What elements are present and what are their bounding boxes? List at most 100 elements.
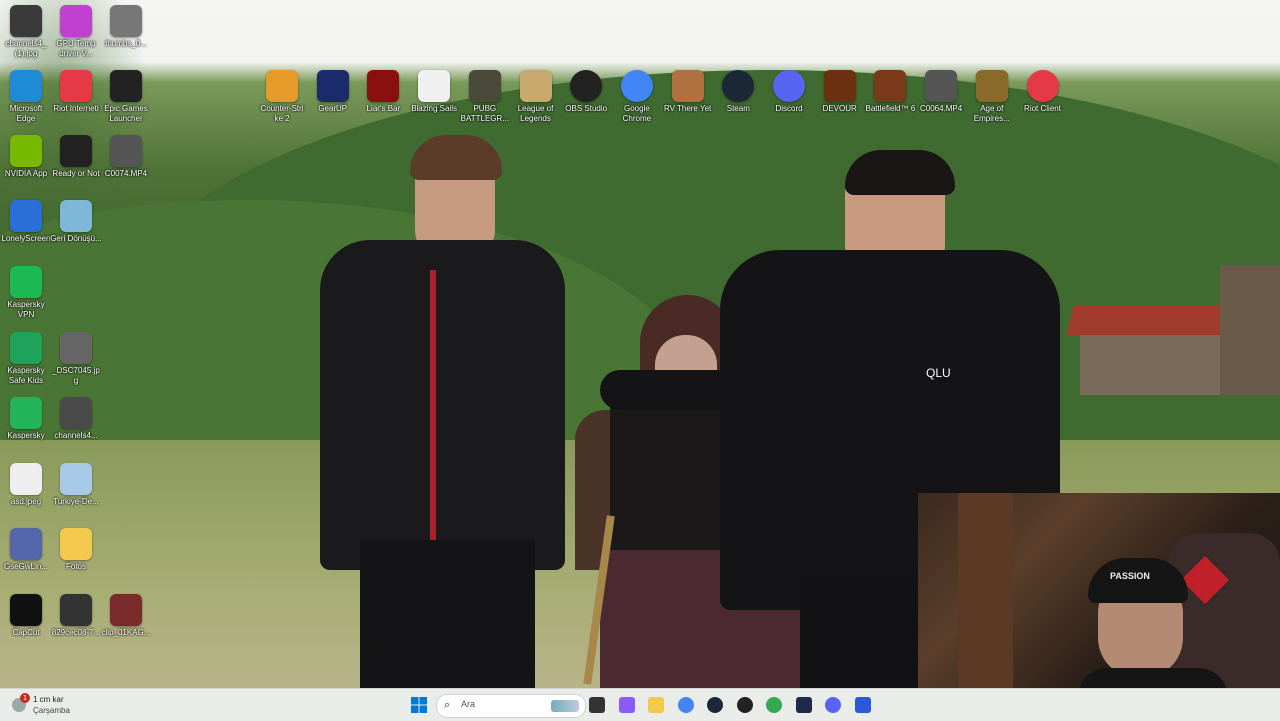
- desktop-icon[interactable]: OBS Studio: [560, 70, 612, 114]
- epic-icon: [60, 135, 92, 167]
- taskbar-file-explorer[interactable]: [645, 694, 667, 716]
- devour-icon: [823, 70, 856, 102]
- desktop-icon[interactable]: Turkiye-De...: [50, 463, 102, 507]
- desktop-icon[interactable]: clip_01KAG...: [100, 594, 152, 638]
- taskbar-chrome-profile[interactable]: [763, 694, 785, 716]
- desktop-icon[interactable]: PUBG BATTLEGR...: [459, 70, 511, 124]
- desktop-icon[interactable]: Fotos: [50, 528, 102, 572]
- desktop-icon[interactable]: Google Chrome: [611, 70, 663, 124]
- desktop-icon[interactable]: GPU Temp driver V...: [50, 5, 102, 59]
- desktop-icon[interactable]: asd.jpeg: [0, 463, 52, 507]
- weather-badge: 1: [20, 693, 30, 703]
- desktop-icon-label: GearUP: [318, 104, 348, 113]
- discord-icon: [825, 697, 841, 713]
- webcam-overlay: PASSION: [918, 493, 1280, 720]
- desktop-icon-label: channels4_ (1).jpg: [5, 39, 47, 58]
- desktop-icon[interactable]: Ready or Not: [50, 135, 102, 179]
- obs-icon: [570, 70, 603, 102]
- windows-icon: [411, 697, 427, 713]
- taskbar-obs[interactable]: [734, 694, 756, 716]
- cs2-icon: [266, 70, 298, 102]
- desktop-icon-label: OBS Studio: [565, 104, 608, 113]
- image-thumb-icon: [60, 332, 92, 364]
- desktop-icon[interactable]: Epic Games Launcher: [100, 70, 152, 124]
- desktop-icon-label: Counter-Stri ke 2: [260, 104, 304, 123]
- capcut-icon: [10, 594, 42, 626]
- desktop-icon[interactable]: channels4_ (1).jpg: [0, 5, 52, 59]
- image-thumb-icon: [60, 397, 92, 429]
- desktop-icon-label: Google Chrome: [622, 104, 652, 123]
- desktop-icon[interactable]: DEVOUR: [814, 70, 866, 114]
- kaspersky-vpn-icon: [10, 266, 42, 298]
- desktop-icon[interactable]: Blazing Sails: [408, 70, 460, 114]
- desktop-icon[interactable]: Battlefield™ 6: [864, 70, 916, 114]
- desktop-icon[interactable]: NVIDIA App: [0, 135, 52, 179]
- desktop-icon[interactable]: Kaspersky: [0, 397, 52, 441]
- desktop-icon[interactable]: Microsoft Edge: [0, 70, 52, 124]
- video-icon: [110, 594, 142, 626]
- desktop-icon-label: thumbs_0...: [105, 39, 147, 48]
- start-button[interactable]: [408, 694, 430, 716]
- desktop-icon[interactable]: Kaspersky VPN: [0, 266, 52, 320]
- desktop-icon[interactable]: GearUP: [307, 70, 359, 114]
- desktop-icon[interactable]: C0064.MP4: [915, 70, 967, 114]
- taskbar-discord[interactable]: [822, 694, 844, 716]
- desktop-icon-label: Fotos: [65, 562, 86, 571]
- desktop-icon[interactable]: Kaspersky Safe Kids: [0, 332, 52, 386]
- desktop-icon[interactable]: League of Legends: [510, 70, 562, 124]
- desktop-icon[interactable]: RV There Yet: [662, 70, 714, 114]
- desktop-icon-label: Ready or Not: [52, 169, 100, 178]
- desktop-icon-label: Age of Empires...: [973, 104, 1010, 123]
- desktop-icon[interactable]: CapCut: [0, 594, 52, 638]
- desktop-icon[interactable]: Age of Empires...: [966, 70, 1018, 124]
- desktop-icon[interactable]: Counter-Stri ke 2: [256, 70, 308, 124]
- skull-icon: [418, 70, 451, 102]
- desktop-icon[interactable]: LonelyScreen: [0, 200, 52, 244]
- desktop-icon[interactable]: GseGwLin...: [0, 528, 52, 572]
- desktop-icon[interactable]: Steam: [712, 70, 764, 114]
- weather-widget[interactable]: 1 1 cm kar Çarşamba: [10, 692, 100, 718]
- search-placeholder: Ara: [461, 699, 476, 709]
- discord-icon: [773, 70, 805, 102]
- desktop-icon[interactable]: channels4...: [50, 397, 102, 441]
- image-thumb-icon: [110, 5, 142, 37]
- battlefield-icon: [874, 70, 907, 102]
- steam-icon: [722, 70, 755, 102]
- desktop-icon[interactable]: _DSC7045.jpg: [50, 332, 102, 386]
- search-icon: ⌕: [444, 698, 451, 711]
- desktop-icon-label: League of Legends: [517, 104, 554, 123]
- taskbar: 1 1 cm kar Çarşamba ⌕ Ara: [0, 688, 1280, 721]
- desktop-icon-label: LonelyScreen: [1, 234, 51, 243]
- riot-icon: [60, 70, 92, 102]
- desktop-icon-label: CapCut: [12, 628, 40, 637]
- taskbar-unknown-app[interactable]: [852, 694, 874, 716]
- desktop-icon[interactable]: thumbs_0...: [100, 5, 152, 49]
- desktop-icon[interactable]: 829cec08-7...: [50, 594, 102, 638]
- desktop-icon[interactable]: Riot Client: [1017, 70, 1069, 114]
- app-icon: [854, 697, 871, 713]
- desktop-icon-label: C0074.MP4: [104, 169, 148, 178]
- search-box[interactable]: ⌕ Ara: [436, 694, 586, 718]
- desktop-icon-label: Kaspersky: [7, 431, 45, 440]
- desktop-icon[interactable]: C0074.MP4: [100, 135, 152, 179]
- taskbar-steam[interactable]: [704, 694, 726, 716]
- taskbar-chrome[interactable]: [675, 694, 697, 716]
- desktop-icon[interactable]: Liar's Bar: [357, 70, 409, 114]
- desktop-icon[interactable]: Geri Dönüşü...: [50, 200, 102, 244]
- copilot-icon: [618, 697, 635, 713]
- image-thumb-icon: [10, 5, 42, 37]
- taskbar-vscode[interactable]: [793, 694, 815, 716]
- desktop-icon[interactable]: Riot Interneti: [50, 70, 102, 114]
- desktop-icon-label: asd.jpeg: [10, 497, 42, 506]
- desktop-icon-label: DEVOUR: [822, 104, 857, 113]
- desktop-icon-label: Battlefield™ 6: [865, 104, 916, 113]
- desktop-icon-label: channels4...: [54, 431, 98, 440]
- taskbar-copilot[interactable]: [616, 694, 638, 716]
- file-icon: [60, 594, 92, 626]
- chrome-icon: [620, 70, 653, 102]
- desktop-icon-label: 829cec08-7...: [51, 628, 101, 637]
- folder-icon: [60, 528, 92, 560]
- taskbar-task-view[interactable]: [586, 694, 608, 716]
- desktop-icon-label: clip_01KAG...: [101, 628, 151, 637]
- desktop-icon[interactable]: Discord: [763, 70, 815, 114]
